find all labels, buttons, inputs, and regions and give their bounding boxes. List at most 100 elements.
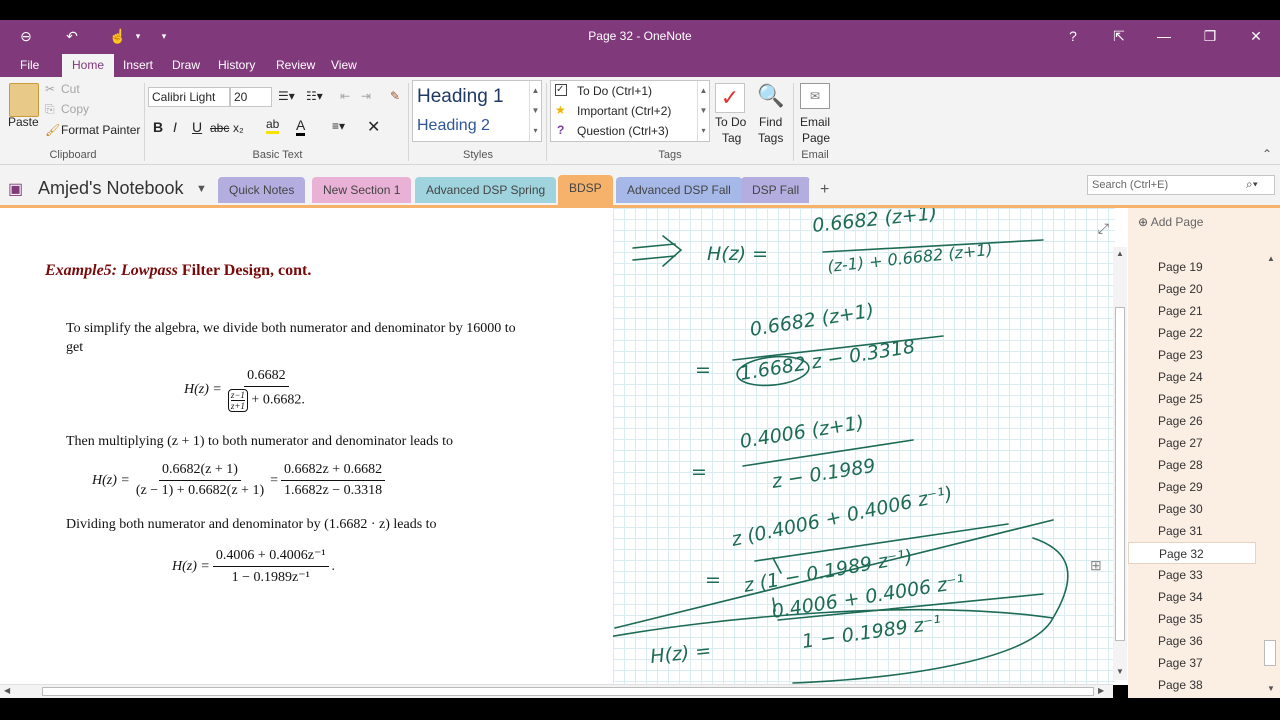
paste-button[interactable]: Paste (8, 115, 39, 129)
increase-indent-icon[interactable]: ⇥ (361, 89, 371, 103)
section-tab-new-section-1[interactable]: New Section 1 (312, 177, 412, 203)
align-icon[interactable]: ≡▾ (332, 119, 345, 133)
vertical-scrollbar[interactable]: ▲ ▼ (1113, 247, 1127, 680)
collapse-ribbon-icon[interactable]: ⌃ (1262, 147, 1272, 161)
find-tags-button-line2[interactable]: Tags (758, 131, 783, 145)
font-name-combo[interactable]: Calibri Light (148, 87, 230, 107)
clear-all-formatting-icon[interactable]: ✕ (367, 117, 380, 137)
todo-tag-button-line2[interactable]: Tag (722, 131, 741, 145)
page-item[interactable]: Page 37 (1128, 652, 1256, 674)
section-tab-bdsp[interactable]: BDSP (558, 175, 613, 205)
section-tab-advanced-dsp-fall[interactable]: Advanced DSP Fall (616, 177, 742, 203)
add-section-button[interactable]: + (809, 177, 841, 203)
page-item[interactable]: Page 22 (1128, 322, 1256, 344)
section-tab-advanced-dsp-spring[interactable]: Advanced DSP Spring (415, 177, 557, 203)
tag-todo[interactable]: To Do (Ctrl+1) (577, 84, 652, 98)
full-screen-icon[interactable]: ⇱ (1109, 27, 1129, 45)
page-item[interactable]: Page 20 (1128, 278, 1256, 300)
font-size-combo[interactable]: 20 (230, 87, 272, 107)
tab-history[interactable]: History (208, 54, 265, 77)
page-item[interactable]: Page 24 (1128, 366, 1256, 388)
decrease-indent-icon[interactable]: ⇤ (340, 89, 350, 103)
styles-gallery[interactable]: Heading 1 Heading 2 ▲ ▼ ▾ (412, 80, 542, 142)
page-item[interactable]: Page 23 (1128, 344, 1256, 366)
page-scroll-down-icon[interactable]: ▼ (1267, 684, 1275, 693)
underline-icon[interactable]: U (192, 119, 202, 135)
tab-draw[interactable]: Draw (162, 54, 210, 77)
close-icon[interactable]: ✕ (1246, 27, 1266, 45)
highlight-icon[interactable]: ab (266, 117, 280, 134)
section-tab-quick-notes[interactable]: Quick Notes (218, 177, 306, 203)
page-list-scrollbar[interactable]: ▲ ▼ (1262, 252, 1280, 695)
page-item[interactable]: Page 34 (1128, 586, 1256, 608)
horizontal-scrollbar[interactable]: ◀ ▶ (0, 684, 1113, 698)
tab-view[interactable]: View (321, 54, 367, 77)
tags-gallery[interactable]: ✓ To Do (Ctrl+1) ★ Important (Ctrl+2) ? … (550, 80, 710, 142)
cut-button[interactable]: Cut (61, 82, 80, 96)
clear-formatting-icon[interactable]: ✎ (390, 89, 400, 103)
paste-icon[interactable] (9, 83, 39, 117)
email-page-icon[interactable]: ✉ (800, 83, 830, 109)
page-item[interactable]: Page 31 (1128, 520, 1256, 542)
scroll-down-icon[interactable]: ▼ (1116, 667, 1124, 676)
page-item[interactable]: Page 38 (1128, 674, 1256, 696)
style-heading-2[interactable]: Heading 2 (417, 117, 490, 135)
handwriting-area[interactable]: H(z) = 0.6682 (z+1) (z-1) + 0.6682 (z+1)… (613, 208, 1115, 685)
notebook-name[interactable]: Amjed's Notebook (38, 178, 184, 199)
tag-question[interactable]: Question (Ctrl+3) (577, 124, 669, 138)
expand-icon[interactable]: ⤢ (1098, 220, 1109, 237)
find-tags-button-line1[interactable]: Find (759, 115, 782, 129)
tag-important[interactable]: Important (Ctrl+2) (577, 104, 671, 118)
tab-file[interactable]: File (10, 54, 49, 77)
page-item[interactable]: Page 36 (1128, 630, 1256, 652)
page-item[interactable]: Page 35 (1128, 608, 1256, 630)
tab-home[interactable]: Home (62, 54, 115, 77)
help-icon[interactable]: ? (1063, 27, 1083, 45)
section-tab-dsp-fall[interactable]: DSP Fall (741, 177, 811, 203)
scroll-left-icon[interactable]: ◀ (4, 686, 10, 695)
style-heading-1[interactable]: Heading 1 (417, 86, 504, 108)
minimize-icon[interactable]: — (1154, 27, 1174, 45)
notebook-dropdown-icon[interactable]: ▼ (196, 183, 207, 195)
page-scroll-up-icon[interactable]: ▲ (1267, 254, 1275, 263)
page-item[interactable]: Page 32 (1128, 542, 1256, 564)
todo-tag-button-line1[interactable]: To Do (715, 115, 746, 129)
page-scroll-thumb[interactable] (1264, 640, 1276, 666)
format-painter-button[interactable]: Format Painter (61, 123, 140, 137)
eq1-lhs: H(z) = (184, 382, 222, 397)
restore-icon[interactable]: ❐ (1200, 27, 1220, 45)
email-page-button-line1[interactable]: Email (800, 115, 830, 129)
tab-review[interactable]: Review (266, 54, 325, 77)
page-item[interactable]: Page 30 (1128, 498, 1256, 520)
copy-button[interactable]: Copy (61, 102, 89, 116)
subscript-icon[interactable]: x₂ (233, 121, 244, 135)
strikethrough-icon[interactable]: abc (210, 121, 229, 135)
page-item[interactable]: Page 26 (1128, 410, 1256, 432)
page-item[interactable]: Page 25 (1128, 388, 1256, 410)
page-item[interactable]: Page 19 (1128, 256, 1256, 278)
bold-icon[interactable]: B (153, 119, 163, 135)
font-color-icon[interactable]: A (296, 117, 306, 136)
add-page-button[interactable]: ⊕ Add Page (1138, 211, 1203, 233)
scroll-right-icon[interactable]: ▶ (1098, 686, 1104, 695)
search-icon[interactable]: ⌕▾ (1246, 177, 1258, 192)
page-item[interactable]: Page 27 (1128, 432, 1256, 454)
numbering-icon[interactable]: ☷▾ (306, 89, 323, 103)
page-canvas[interactable]: Example5: Lowpass Filter Design, cont. T… (0, 205, 1128, 685)
find-tags-icon[interactable]: 🔍 (757, 83, 784, 109)
vertical-scroll-thumb[interactable] (1115, 307, 1125, 641)
page-item[interactable]: Page 29 (1128, 476, 1256, 498)
page-item[interactable]: Page 33 (1128, 564, 1256, 586)
scroll-up-icon[interactable]: ▲ (1116, 249, 1124, 258)
bullets-icon[interactable]: ☰▾ (278, 89, 295, 103)
horizontal-scroll-thumb[interactable] (42, 687, 1094, 696)
tags-scroll-icon[interactable]: ▲ ▼ ▾ (697, 81, 709, 141)
add-space-icon[interactable]: ⊞ (1090, 557, 1102, 574)
email-page-button-line2[interactable]: Page (802, 131, 830, 145)
page-item[interactable]: Page 21 (1128, 300, 1256, 322)
italic-icon[interactable]: I (173, 119, 177, 135)
todo-tag-icon[interactable]: ✓ (715, 83, 745, 113)
tab-insert[interactable]: Insert (113, 54, 163, 77)
styles-scroll-icon[interactable]: ▲ ▼ ▾ (529, 81, 541, 141)
page-item[interactable]: Page 28 (1128, 454, 1256, 476)
